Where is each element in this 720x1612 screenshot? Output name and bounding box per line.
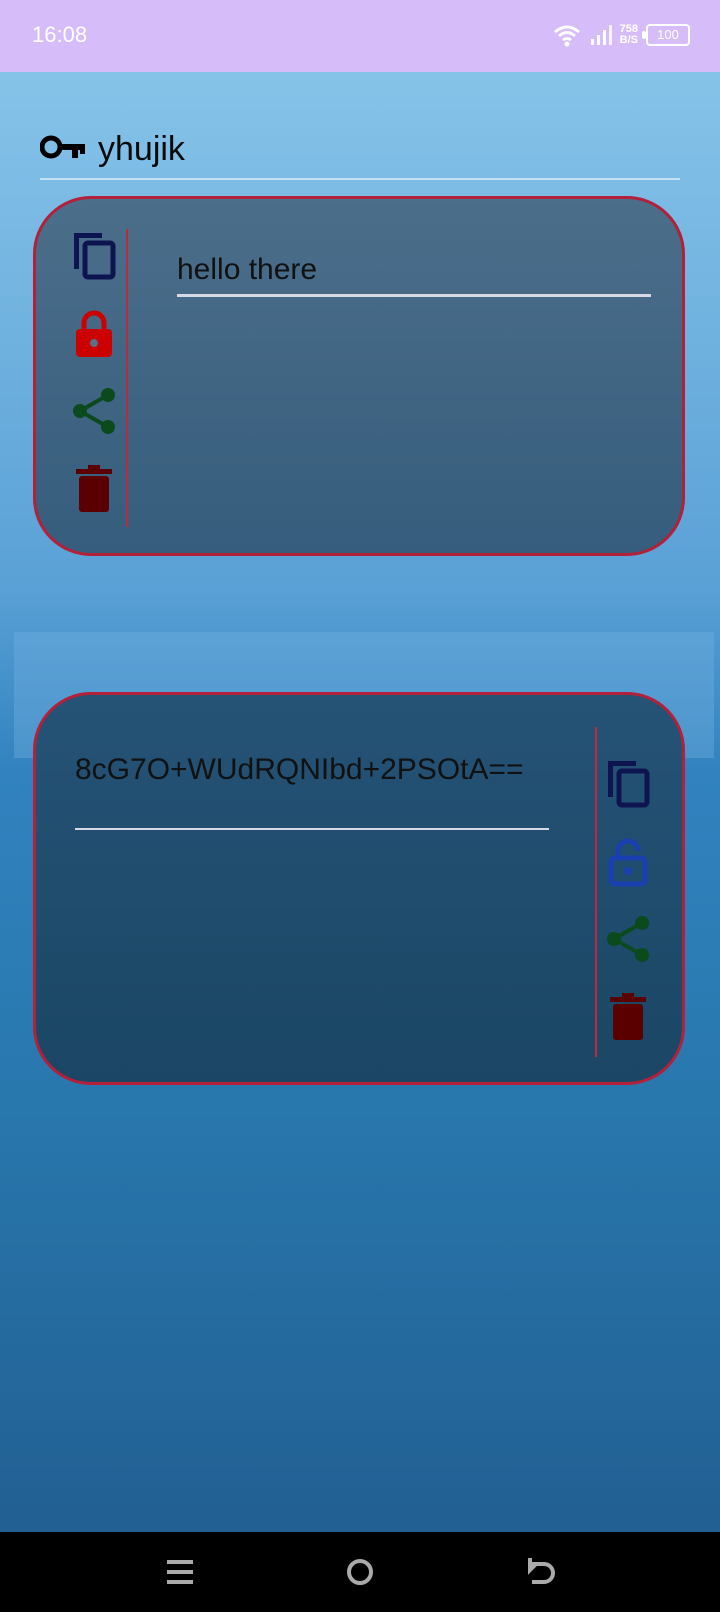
trash-icon[interactable] (602, 991, 654, 1043)
status-icons: 758 B/S 100 (552, 20, 690, 50)
status-bar: 16:08 758 B/S 100 (0, 0, 720, 72)
share-icon[interactable] (602, 913, 654, 965)
note-text[interactable]: 8cG7O+WUdRQNIbd+2PSOtA== (75, 753, 524, 787)
wifi-icon (553, 25, 580, 47)
note-card[interactable]: 8cG7O+WUdRQNIbd+2PSOtA== (33, 692, 685, 1085)
lock-icon[interactable] (68, 307, 120, 359)
note-underline (75, 828, 549, 830)
system-nav-bar (0, 1532, 720, 1612)
note-text[interactable]: hello there (177, 253, 317, 287)
page-header: yhujik (40, 120, 680, 180)
home-icon[interactable] (340, 1552, 380, 1592)
card-divider (126, 229, 128, 527)
battery-indicator: 100 (642, 24, 690, 46)
key-icon (40, 135, 85, 159)
status-time: 16:08 (32, 22, 88, 47)
card-divider (595, 727, 597, 1057)
signal-icon (590, 25, 612, 45)
copy-icon[interactable] (602, 757, 654, 809)
copy-icon[interactable] (68, 229, 120, 281)
network-speed-unit: B/S (619, 34, 638, 46)
trash-icon[interactable] (68, 463, 120, 515)
note-card[interactable]: hello there (33, 196, 685, 556)
share-icon[interactable] (68, 385, 120, 437)
unlock-icon[interactable] (602, 835, 654, 887)
network-speed: 758 B/S (620, 24, 638, 46)
back-icon[interactable] (520, 1552, 560, 1592)
page-title: yhujik (98, 130, 185, 168)
note-underline (177, 294, 651, 297)
menu-icon[interactable] (160, 1552, 200, 1592)
